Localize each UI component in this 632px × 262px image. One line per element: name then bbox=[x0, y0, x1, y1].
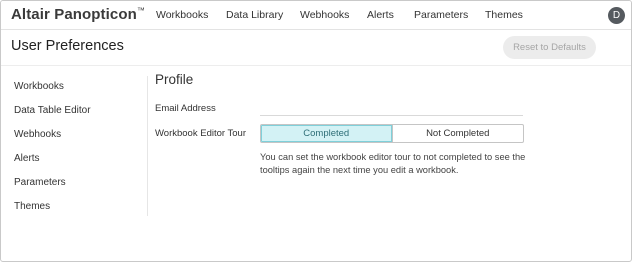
tour-not-completed-option[interactable]: Not Completed bbox=[391, 125, 524, 142]
nav-data-library[interactable]: Data Library bbox=[226, 9, 283, 21]
reset-to-defaults-button[interactable]: Reset to Defaults bbox=[503, 36, 596, 59]
sidebar-item-workbooks[interactable]: Workbooks bbox=[14, 81, 64, 92]
brand-logo: Altair Panopticon™ bbox=[11, 6, 145, 23]
nav-webhooks[interactable]: Webhooks bbox=[300, 9, 349, 21]
header-divider bbox=[1, 65, 631, 66]
app-window: Altair Panopticon™ Workbooks Data Librar… bbox=[0, 0, 632, 262]
sidebar-item-parameters[interactable]: Parameters bbox=[14, 177, 66, 188]
email-address-field[interactable] bbox=[260, 101, 523, 115]
email-field-underline bbox=[260, 115, 523, 116]
nav-alerts[interactable]: Alerts bbox=[367, 9, 394, 21]
sidebar-item-data-table-editor[interactable]: Data Table Editor bbox=[14, 105, 91, 116]
brand-name: Altair Panopticon bbox=[11, 6, 137, 23]
sidebar-item-webhooks[interactable]: Webhooks bbox=[14, 129, 61, 140]
tour-completed-option[interactable]: Completed bbox=[261, 125, 392, 142]
top-nav-bar: Altair Panopticon™ Workbooks Data Librar… bbox=[1, 1, 631, 30]
sidebar-item-alerts[interactable]: Alerts bbox=[14, 153, 40, 164]
section-title-profile: Profile bbox=[155, 72, 194, 87]
tour-help-text: You can set the workbook editor tour to … bbox=[260, 152, 526, 175]
nav-themes[interactable]: Themes bbox=[485, 9, 523, 21]
sidebar-item-themes[interactable]: Themes bbox=[14, 201, 50, 212]
workbook-editor-tour-toggle: Completed Not Completed bbox=[260, 124, 524, 143]
nav-workbooks[interactable]: Workbooks bbox=[156, 9, 208, 21]
email-address-label: Email Address bbox=[155, 103, 216, 114]
workbook-editor-tour-label: Workbook Editor Tour bbox=[155, 128, 246, 139]
trademark-mark: ™ bbox=[136, 6, 145, 15]
user-avatar[interactable]: D bbox=[608, 7, 625, 24]
nav-parameters[interactable]: Parameters bbox=[414, 9, 468, 21]
sidebar-divider bbox=[147, 76, 148, 216]
page-title: User Preferences bbox=[11, 38, 124, 54]
